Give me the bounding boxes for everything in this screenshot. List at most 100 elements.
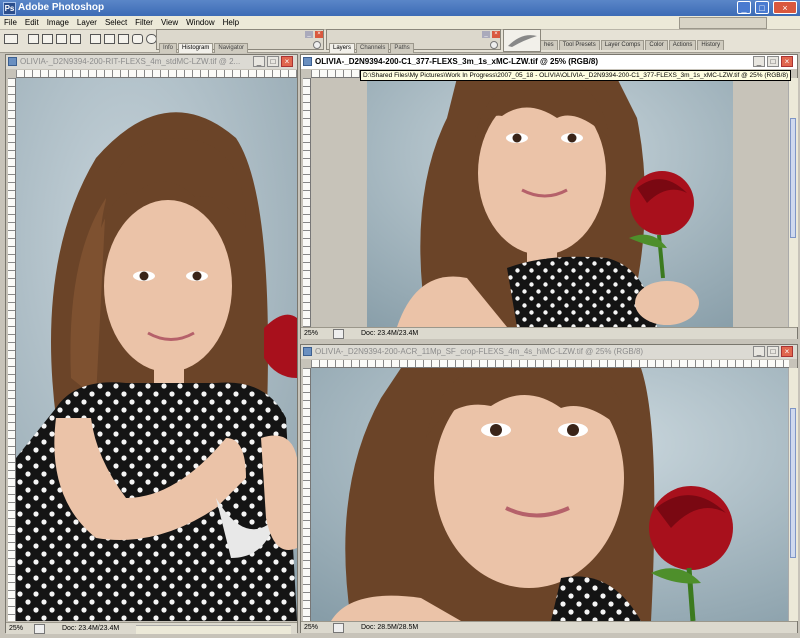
rounded-rectangle-icon[interactable] [132, 34, 143, 44]
well-tab-brushes-partial[interactable]: hes [540, 40, 558, 50]
well-tab-tool-presets[interactable]: Tool Presets [558, 40, 600, 50]
document-2-minimize-button[interactable]: _ [753, 56, 765, 67]
document-3-zoom-level[interactable]: 25% [304, 622, 318, 633]
layers-palette-minimize-button[interactable]: _ [482, 31, 490, 38]
tool-preset-picker-icon[interactable] [4, 34, 18, 44]
document-3-maximize-button[interactable]: □ [767, 346, 779, 357]
document-window-3[interactable]: OLIVIA-_D2N9394-200-ACR_11Mp_SF_crop-FLE… [300, 344, 798, 633]
well-tab-actions[interactable]: Actions [668, 40, 697, 50]
well-tab-history[interactable]: History [697, 40, 725, 50]
document-window-2[interactable]: OLIVIA-_D2N9394-200-C1_377-FLEXS_3m_1s_x… [300, 54, 798, 339]
document-1-minimize-button[interactable]: _ [253, 56, 265, 67]
document-1-doc-size: Doc: 23.4M/23.4M [62, 625, 120, 632]
status-menu-button[interactable] [333, 623, 344, 633]
layers-palette-group: _ × Layers Channels Paths [326, 29, 501, 53]
document-3-vertical-scrollbar[interactable] [788, 368, 798, 621]
go-to-bridge-button[interactable] [679, 17, 767, 29]
menu-image[interactable]: Image [43, 16, 73, 29]
tab-histogram[interactable]: Histogram [178, 43, 214, 53]
tab-paths[interactable]: Paths [390, 43, 414, 53]
document-1-horizontal-scrollbar[interactable] [136, 625, 291, 634]
document-3-title[interactable]: OLIVIA-_D2N9394-200-ACR_11Mp_SF_crop-FLE… [301, 345, 797, 359]
menu-window[interactable]: Window [182, 16, 218, 29]
menu-layer[interactable]: Layer [73, 16, 101, 29]
tab-info[interactable]: Info [159, 43, 178, 53]
intersect-selection-icon[interactable] [70, 34, 81, 44]
palette-close-button[interactable]: × [315, 31, 323, 38]
rectangle-icon[interactable] [118, 34, 129, 44]
portrait-photo-2 [367, 78, 733, 327]
document-1-close-button[interactable]: × [281, 56, 293, 67]
document-2-doc-size: Doc: 23.4M/23.4M [361, 330, 419, 337]
pen-icon[interactable] [90, 34, 101, 44]
document-3-minimize-button[interactable]: _ [753, 346, 765, 357]
vertical-ruler [303, 78, 311, 327]
status-menu-button[interactable] [333, 329, 344, 339]
document-3-doc-size: Doc: 28.5M/28.5M [361, 624, 419, 631]
vertical-ruler [8, 78, 16, 621]
document-2-title-text: OLIVIA-_D2N9394-200-C1_377-FLEXS_3m_1s_x… [315, 57, 599, 66]
document-1-title-text: OLIVIA-_D2N9394-200-RIT-FLEXS_4m_stdMC-L… [20, 57, 241, 66]
tab-channels[interactable]: Channels [356, 43, 390, 53]
document-icon [303, 57, 312, 66]
document-3-title-text: OLIVIA-_D2N9394-200-ACR_11Mp_SF_crop-FLE… [315, 347, 644, 356]
portrait-photo-1 [16, 78, 297, 621]
menu-file[interactable]: File [0, 16, 21, 29]
horizontal-ruler [311, 360, 789, 368]
document-2-status-bar: 25% Doc: 23.4M/23.4M [301, 327, 797, 339]
palette-menu-button[interactable] [313, 41, 321, 49]
well-tab-color[interactable]: Color [645, 40, 668, 50]
tab-layers[interactable]: Layers [329, 43, 356, 53]
document-1-canvas[interactable] [16, 78, 297, 621]
layers-palette-menu-button[interactable] [490, 41, 498, 49]
maximize-button[interactable]: □ [755, 1, 769, 14]
document-3-close-button[interactable]: × [781, 346, 793, 357]
document-2-canvas[interactable] [367, 78, 733, 327]
info-palette-group: _ × Info Histogram Navigator [156, 29, 324, 53]
app-title-bar: Ps Adobe Photoshop _ □ × [0, 0, 800, 16]
add-selection-icon[interactable] [42, 34, 53, 44]
tab-navigator[interactable]: Navigator [214, 43, 249, 53]
palette-minimize-button[interactable]: _ [305, 31, 313, 38]
file-path-tooltip: D:\Shared Files\My Pictures\Work In Prog… [360, 70, 792, 81]
document-1-zoom-level[interactable]: 25% [9, 623, 23, 634]
document-3-scroll-thumb[interactable] [790, 408, 796, 558]
document-3-canvas[interactable] [311, 368, 788, 621]
shape-icon[interactable] [104, 34, 115, 44]
document-1-maximize-button[interactable]: □ [267, 56, 279, 67]
feather-brush-icon [508, 35, 537, 47]
photoshop-app-icon: Ps [3, 2, 16, 15]
info-palette-tabs: Info Histogram Navigator [159, 41, 249, 53]
layers-palette-tabs: Layers Channels Paths [329, 41, 415, 53]
horizontal-ruler [16, 70, 297, 78]
subtract-selection-icon[interactable] [56, 34, 67, 44]
close-button[interactable]: × [773, 1, 797, 14]
menu-select[interactable]: Select [101, 16, 131, 29]
minimize-button[interactable]: _ [737, 1, 751, 14]
new-selection-icon[interactable] [28, 34, 39, 44]
vertical-ruler [303, 368, 311, 621]
menu-view[interactable]: View [157, 16, 182, 29]
document-2-close-button[interactable]: × [781, 56, 793, 67]
menu-help[interactable]: Help [219, 16, 243, 29]
menu-edit[interactable]: Edit [21, 16, 43, 29]
document-2-title[interactable]: OLIVIA-_D2N9394-200-C1_377-FLEXS_3m_1s_x… [301, 55, 797, 69]
portrait-photo-3 [311, 368, 788, 621]
document-2-scroll-thumb[interactable] [790, 118, 796, 238]
menu-filter[interactable]: Filter [131, 16, 157, 29]
document-2-vertical-scrollbar[interactable] [788, 78, 798, 327]
document-window-1[interactable]: OLIVIA-_D2N9394-200-RIT-FLEXS_4m_stdMC-L… [5, 54, 298, 634]
document-1-status-bar: 25% Doc: 23.4M/23.4M [6, 622, 297, 634]
document-2-zoom-level[interactable]: 25% [304, 328, 318, 339]
palette-well: hes Tool Presets Layer Comps Color Actions Hi… [540, 38, 800, 50]
well-tab-layer-comps[interactable]: Layer Comps [600, 40, 645, 50]
document-3-status-bar: 25% Doc: 28.5M/28.5M [301, 621, 797, 633]
document-2-maximize-button[interactable]: □ [767, 56, 779, 67]
document-icon [8, 57, 17, 66]
document-icon [303, 347, 312, 356]
brush-preview-tile[interactable] [503, 29, 541, 52]
layers-palette-close-button[interactable]: × [492, 31, 500, 38]
app-title: Adobe Photoshop [18, 2, 105, 13]
status-menu-button[interactable] [34, 624, 45, 634]
menu-bar: File Edit Image Layer Select Filter View Window… [0, 16, 800, 30]
